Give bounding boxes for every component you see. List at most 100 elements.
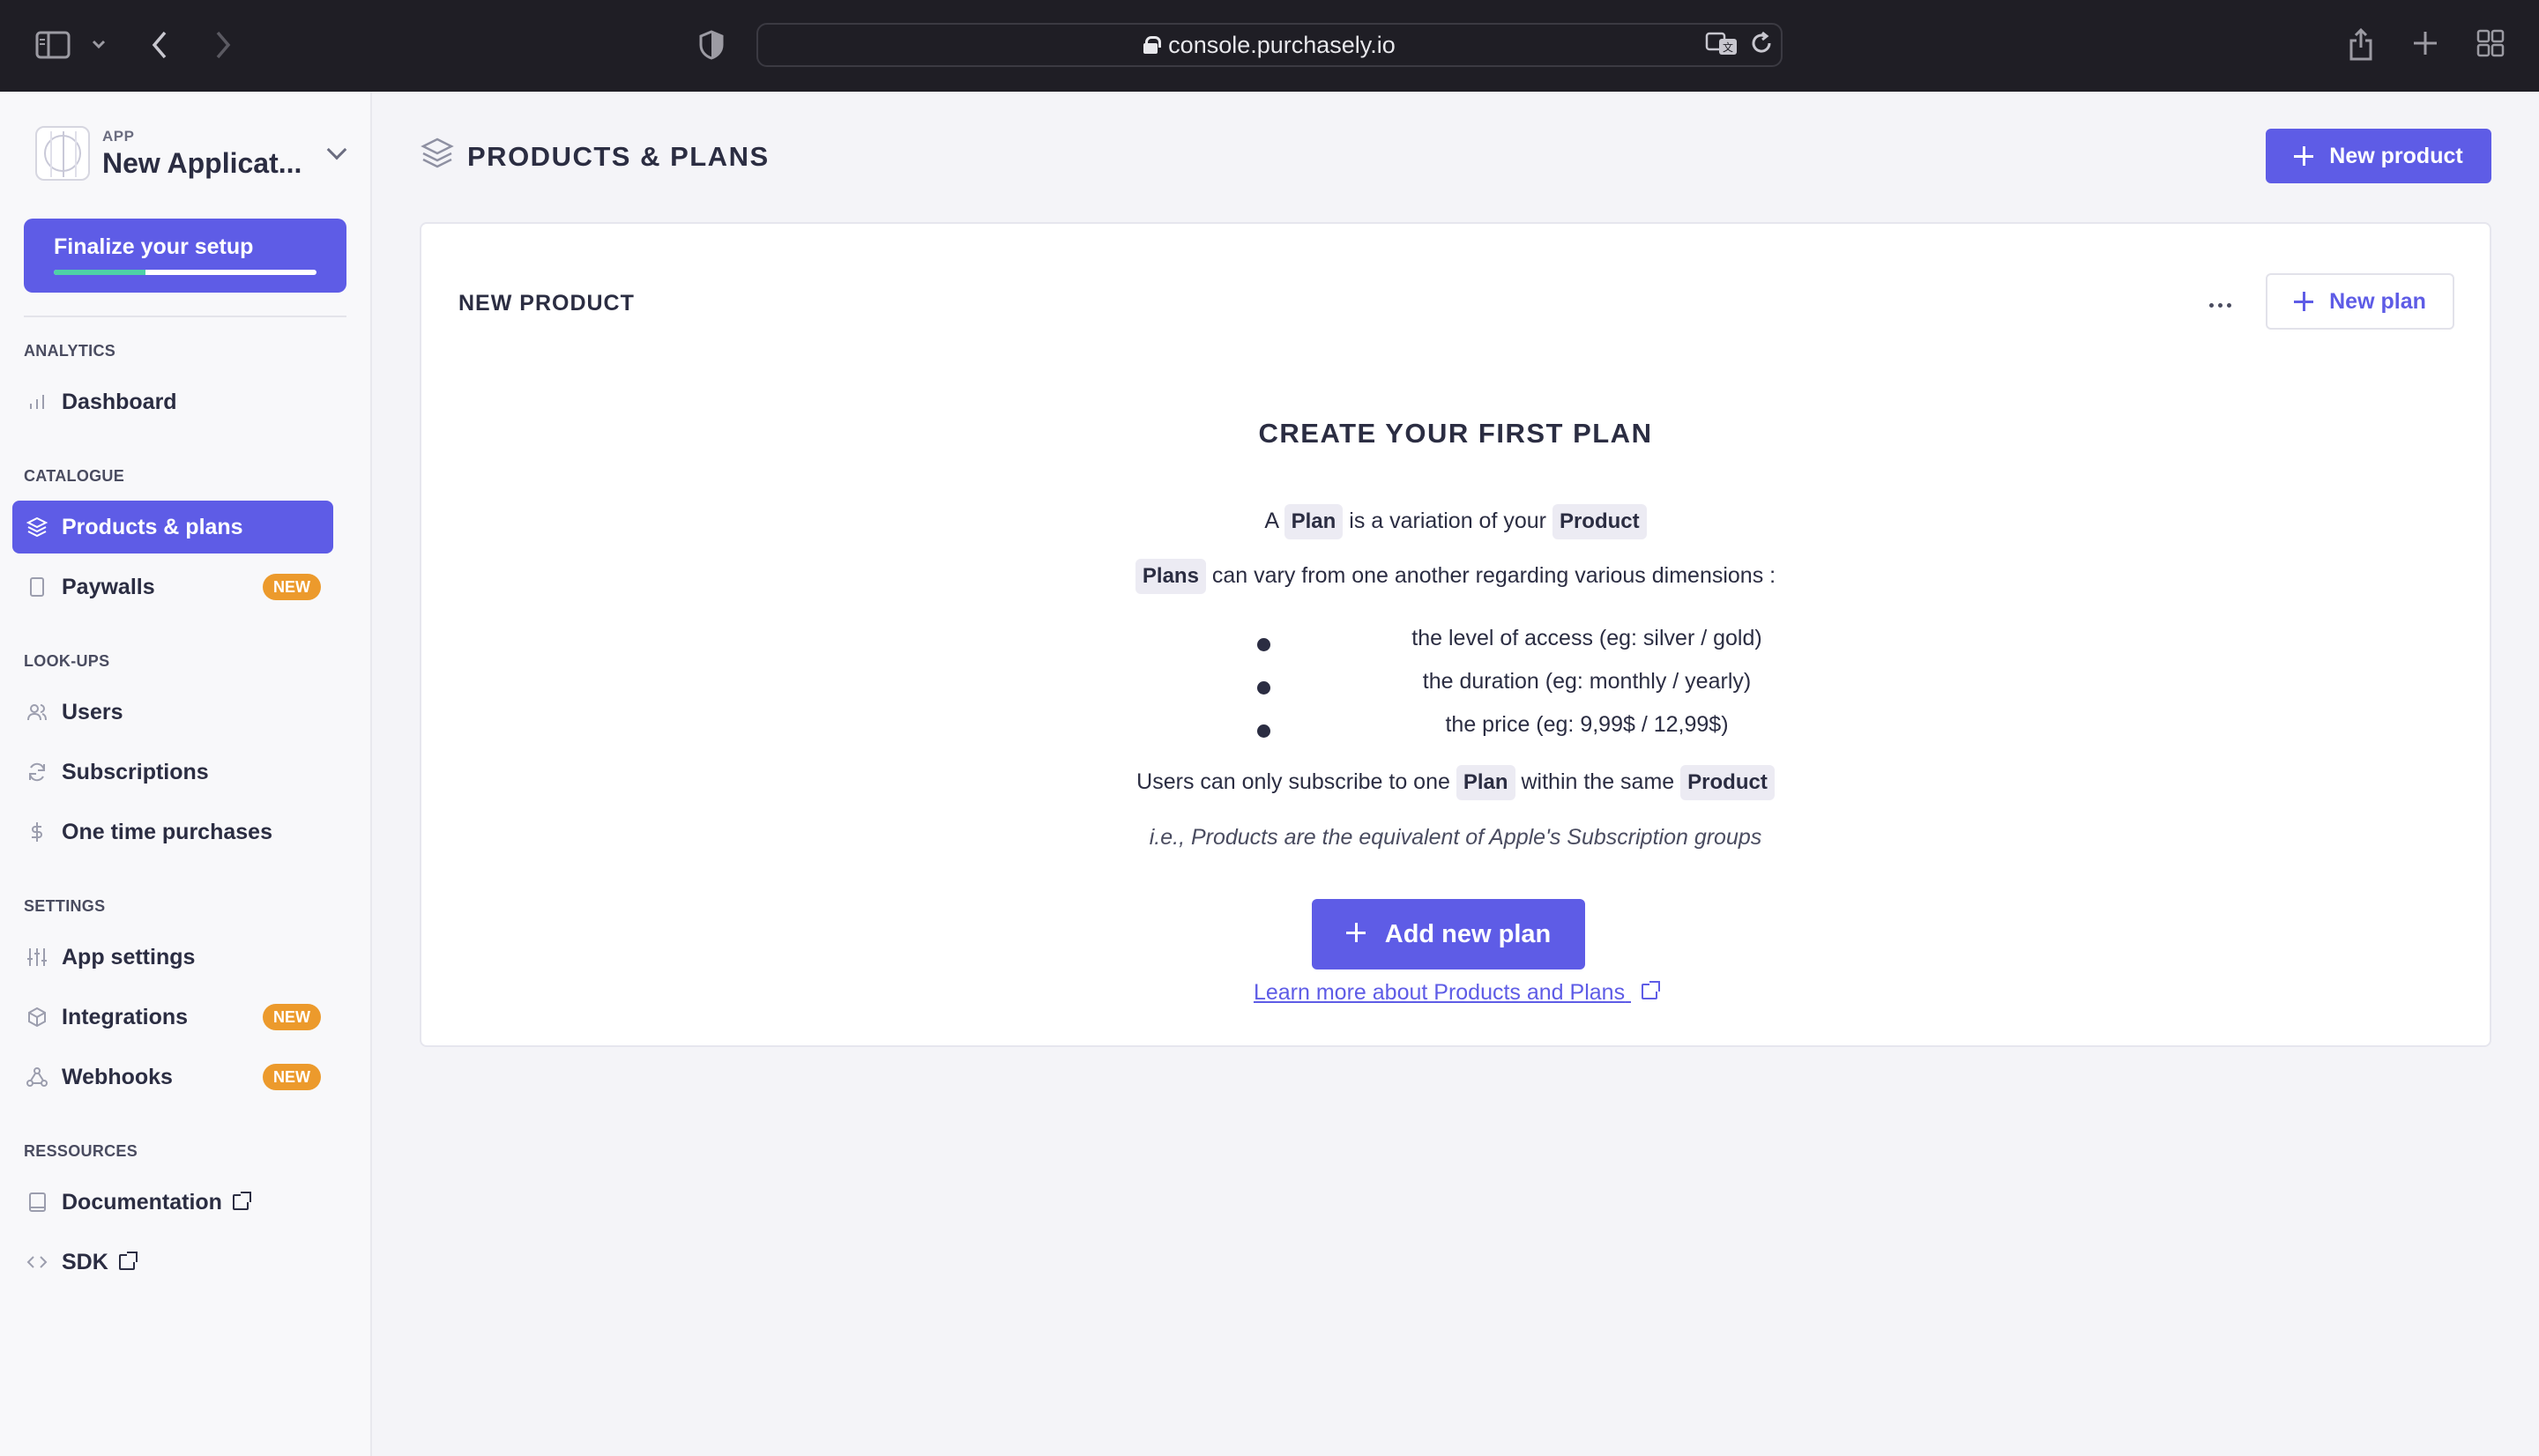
more-options-icon[interactable] bbox=[2202, 287, 2237, 323]
sidebar-item-integrations[interactable]: Integrations NEW bbox=[12, 991, 333, 1044]
section-title-resources: RESSOURCES bbox=[24, 1142, 138, 1160]
sidebar-item-label: Documentation bbox=[62, 1189, 222, 1215]
sidebar-item-subscriptions[interactable]: Subscriptions bbox=[12, 746, 333, 799]
sidebar-item-webhooks[interactable]: Webhooks NEW bbox=[12, 1051, 333, 1103]
dollar-icon bbox=[32, 822, 42, 842]
webhook-icon bbox=[26, 1067, 48, 1087]
sidebar-item-products-plans[interactable]: Products & plans bbox=[12, 501, 333, 553]
share-icon[interactable] bbox=[2345, 25, 2377, 63]
setup-progress-bar bbox=[54, 270, 316, 275]
app-switcher[interactable]: APP New Applicat... bbox=[35, 123, 347, 183]
subscription-groups-note: i.e., Products are the equivalent of App… bbox=[1149, 825, 1762, 850]
add-new-plan-label: Add new plan bbox=[1384, 919, 1552, 948]
section-title-analytics: ANALYTICS bbox=[24, 342, 116, 360]
section-title-settings: SETTINGS bbox=[24, 897, 106, 915]
app-kicker: APP bbox=[102, 127, 135, 145]
sidebar-item-dashboard[interactable]: Dashboard bbox=[12, 375, 333, 428]
lock-icon bbox=[1143, 36, 1162, 54]
sliders-icon bbox=[27, 948, 47, 966]
text-fragment: A bbox=[1264, 509, 1278, 533]
refresh-icon bbox=[29, 762, 45, 782]
sidebar-item-label: Webhooks bbox=[62, 1064, 173, 1089]
sidebar-item-paywalls[interactable]: Paywalls NEW bbox=[12, 561, 333, 613]
forward-icon[interactable] bbox=[210, 28, 236, 62]
new-badge: NEW bbox=[263, 1004, 321, 1030]
sidebar-item-one-time-purchases[interactable]: One time purchases bbox=[12, 806, 333, 858]
new-product-button[interactable]: New product bbox=[2266, 129, 2491, 183]
finalize-setup-button[interactable]: Finalize your setup bbox=[24, 219, 346, 293]
main-content: PRODUCTS & PLANS New product NEW PRODUCT… bbox=[374, 92, 2539, 1456]
code-icon bbox=[26, 1256, 48, 1268]
plus-icon bbox=[2294, 146, 2314, 166]
sidebar-item-users[interactable]: Users bbox=[12, 686, 333, 739]
browser-toolbar: console.purchasely.io 文 bbox=[0, 0, 2539, 92]
svg-text:文: 文 bbox=[1723, 41, 1733, 54]
external-link-icon bbox=[1642, 981, 1661, 999]
new-product-label: New product bbox=[2329, 143, 2463, 168]
product-card: NEW PRODUCT New plan CREATE YOUR FIRST P… bbox=[420, 222, 2491, 1047]
text-fragment: can vary from one another regarding vari… bbox=[1211, 563, 1776, 588]
finalize-setup-label: Finalize your setup bbox=[54, 234, 254, 259]
page-title: PRODUCTS & PLANS bbox=[467, 141, 770, 172]
sidebar-item-label: Dashboard bbox=[62, 389, 177, 414]
plan-tag: Plan bbox=[1456, 765, 1515, 800]
bar-chart-icon bbox=[30, 395, 44, 409]
layers-icon bbox=[421, 137, 454, 168]
new-badge: NEW bbox=[263, 574, 321, 600]
plans-vary-text: Plans can vary from one another regardin… bbox=[421, 559, 2490, 594]
reload-icon[interactable] bbox=[1747, 28, 1776, 58]
app-name: New Applicat... bbox=[102, 146, 302, 179]
back-icon[interactable] bbox=[146, 28, 173, 62]
list-item: the duration (eg: monthly / yearly) bbox=[1257, 665, 1874, 709]
section-title-lookups: LOOK-UPS bbox=[24, 652, 110, 670]
sidebar-item-label: Subscriptions bbox=[62, 759, 209, 784]
address-bar[interactable]: console.purchasely.io bbox=[756, 23, 1783, 67]
sidebar-item-label: SDK bbox=[62, 1249, 108, 1274]
setup-progress-fill bbox=[54, 270, 146, 275]
section-title-catalogue: CATALOGUE bbox=[24, 467, 125, 485]
sidebar-toggle-icon[interactable] bbox=[35, 30, 71, 60]
new-plan-button[interactable]: New plan bbox=[2266, 273, 2454, 330]
plus-icon bbox=[2294, 292, 2314, 311]
box-icon bbox=[28, 1007, 46, 1028]
tab-overview-icon[interactable] bbox=[2476, 28, 2505, 58]
product-tag: Product bbox=[1680, 765, 1775, 800]
plan-tag: Plan bbox=[1284, 504, 1344, 539]
sidebar-item-app-settings[interactable]: App settings bbox=[12, 931, 333, 984]
phone-icon bbox=[30, 577, 44, 597]
chevron-down-icon[interactable] bbox=[90, 35, 108, 53]
sidebar-item-documentation[interactable]: Documentation bbox=[12, 1176, 333, 1229]
external-link-icon bbox=[232, 1192, 251, 1210]
product-title: NEW PRODUCT bbox=[458, 291, 635, 316]
url-text: console.purchasely.io bbox=[1168, 31, 1396, 58]
plans-tag: Plans bbox=[1135, 559, 1206, 594]
sidebar-item-label: One time purchases bbox=[62, 819, 272, 844]
plan-definition-text: A Plan is a variation of your Product bbox=[421, 504, 2490, 539]
learn-more-link[interactable]: Learn more about Products and Plans bbox=[421, 980, 2490, 1006]
product-tag: Product bbox=[1552, 504, 1647, 539]
sidebar-divider bbox=[24, 316, 346, 317]
sidebar-item-sdk[interactable]: SDK bbox=[12, 1236, 333, 1289]
add-new-plan-button[interactable]: Add new plan bbox=[1312, 899, 1585, 969]
list-item: the level of access (eg: silver / gold) bbox=[1257, 622, 1874, 665]
text-fragment: is a variation of your bbox=[1349, 509, 1546, 533]
new-badge: NEW bbox=[263, 1064, 321, 1090]
text-fragment: within the same bbox=[1521, 769, 1675, 794]
chevron-down-icon[interactable] bbox=[326, 139, 347, 160]
empty-state-title: CREATE YOUR FIRST PLAN bbox=[1258, 418, 1653, 449]
dimensions-list: the level of access (eg: silver / gold) … bbox=[1257, 622, 1874, 752]
translate-icon[interactable]: 文 bbox=[1705, 28, 1740, 58]
learn-more-label: Learn more about Products and Plans bbox=[1253, 980, 1626, 1005]
new-plan-label: New plan bbox=[2329, 288, 2426, 314]
subscribe-rule-text: Users can only subscribe to one Plan wit… bbox=[421, 765, 2490, 800]
sidebar-item-label: Users bbox=[62, 699, 123, 724]
privacy-shield-icon[interactable] bbox=[698, 28, 725, 62]
sidebar: APP New Applicat... Finalize your setup … bbox=[0, 92, 372, 1456]
new-tab-icon[interactable] bbox=[2410, 28, 2440, 58]
external-link-icon bbox=[118, 1252, 138, 1270]
users-icon bbox=[27, 704, 47, 721]
book-icon bbox=[29, 1192, 46, 1212]
sidebar-item-label: Integrations bbox=[62, 1004, 189, 1029]
sidebar-item-label: Products & plans bbox=[62, 514, 243, 539]
layers-icon bbox=[26, 516, 48, 538]
